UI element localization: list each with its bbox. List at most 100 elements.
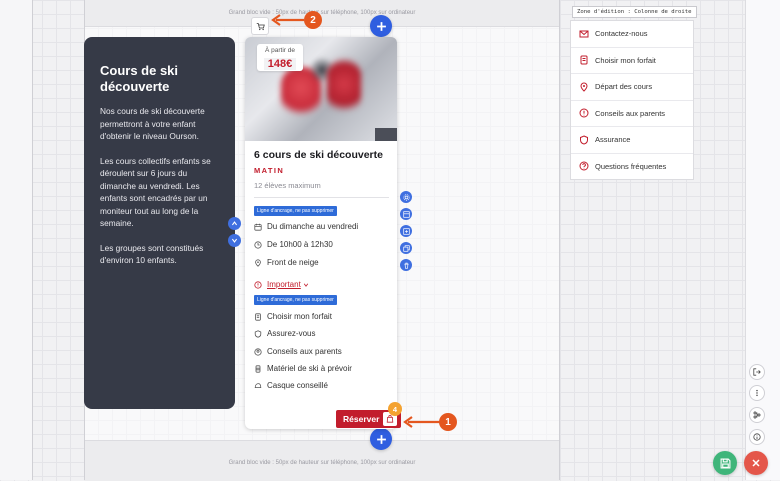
- ticket-icon: [580, 55, 588, 65]
- chevron-down-icon: [303, 283, 308, 287]
- offer-card[interactable]: À partir de 148€ 6 cours de ski découver…: [245, 37, 397, 429]
- extra-item[interactable]: Assurez-vous: [254, 329, 315, 338]
- extra-item-label: Matériel de ski à prévoir: [267, 364, 352, 373]
- exit-button[interactable]: [749, 364, 765, 380]
- gear-icon: [402, 193, 410, 201]
- calendar-icon: [254, 223, 262, 231]
- close-icon: [752, 459, 760, 467]
- schedule-time: De 10h00 à 12h30: [254, 240, 333, 249]
- ticket-icon: [255, 312, 261, 321]
- chevron-up-icon: [231, 221, 238, 226]
- left-canvas-rail: [0, 0, 33, 480]
- layout-button[interactable]: [400, 208, 412, 220]
- plus-square-icon: [402, 227, 410, 235]
- add-block-bottom-button[interactable]: [370, 428, 392, 450]
- question-circle-icon: [579, 161, 589, 171]
- photo-skier-shape: [327, 59, 361, 115]
- price-value: 148€: [263, 58, 297, 70]
- menu-item-label: Conseils aux parents: [595, 108, 666, 118]
- add-block-top-button[interactable]: [370, 15, 392, 37]
- more-options-button[interactable]: [749, 385, 765, 401]
- settings-button[interactable]: [400, 191, 412, 203]
- clock-icon: [254, 240, 262, 249]
- anchor-line-label: Ligne d'ancrage, ne pas supprimer: [254, 295, 337, 305]
- right-toolbar: [745, 0, 780, 480]
- location-pin-icon: [580, 82, 588, 92]
- duplicate-button[interactable]: [400, 242, 412, 254]
- intro-paragraph-2: Les cours collectifs enfants se déroulen…: [100, 155, 211, 229]
- close-button[interactable]: [744, 451, 768, 475]
- structure-button[interactable]: [749, 407, 765, 423]
- empty-block-top-note: Grand bloc vide : 50px de hauteur sur té…: [228, 10, 416, 16]
- menu-item-label: Départ des cours: [595, 82, 653, 92]
- add-element-button[interactable]: [400, 225, 412, 237]
- chevron-down-icon: [231, 238, 238, 243]
- user-circle-icon: [254, 347, 262, 356]
- menu-item-contact[interactable]: Contactez-nous: [571, 21, 693, 48]
- callout-arrow-2: [271, 14, 304, 26]
- shield-icon: [580, 135, 588, 145]
- extra-item-label: Assurez-vous: [267, 329, 316, 338]
- mail-icon: [579, 30, 589, 38]
- schedule-time-text: De 10h00 à 12h30: [267, 240, 333, 249]
- plus-icon: [376, 434, 386, 444]
- callout-badge-1: 1: [439, 413, 457, 431]
- intro-title: Cours de ski découverte: [100, 63, 179, 94]
- copy-icon: [402, 244, 410, 252]
- shield-icon: [254, 329, 262, 338]
- important-toggle[interactable]: Important: [254, 280, 314, 289]
- menu-item-label: Questions fréquentes: [595, 161, 667, 171]
- more-vertical-icon: [756, 389, 758, 397]
- block-tools: [400, 191, 414, 276]
- menu-item-label: Assurance: [595, 135, 631, 145]
- menu-item-conseils[interactable]: Conseils aux parents: [571, 101, 693, 127]
- callout-badge-2: 2: [304, 11, 322, 29]
- menu-item-faq[interactable]: Questions fréquentes: [571, 154, 693, 180]
- reserve-label: Réserver: [343, 414, 380, 424]
- menu-item-assurance[interactable]: Assurance: [571, 127, 693, 154]
- important-label: Important: [267, 280, 301, 289]
- offer-title: 6 cours de ski découverte: [254, 149, 383, 161]
- layout-icon: [402, 210, 410, 218]
- offer-period: MATIN: [254, 166, 285, 175]
- extra-item-label: Casque conseillé: [267, 381, 328, 390]
- info-icon: [753, 433, 761, 441]
- edit-zone-label: Zone d'édition : Colonne de droite: [572, 6, 697, 18]
- extra-item[interactable]: Matériel de ski à prévoir: [254, 364, 352, 373]
- photo-corner-overlay: [375, 128, 397, 141]
- callout-arrow-1: [403, 416, 440, 428]
- extra-item-label: Choisir mon forfait: [267, 312, 332, 321]
- menu-item-depart[interactable]: Départ des cours: [571, 74, 693, 101]
- plus-icon: [376, 21, 386, 31]
- info-button[interactable]: [749, 429, 765, 445]
- save-button[interactable]: [713, 451, 737, 475]
- callout-badge-4: 4: [388, 402, 402, 416]
- empty-block-bottom-note: Grand bloc vide : 50px de hauteur sur té…: [228, 460, 416, 466]
- menu-item-label: Contactez-nous: [595, 29, 648, 39]
- alert-circle-icon: [254, 280, 262, 289]
- move-down-button[interactable]: [228, 234, 241, 247]
- offer-capacity: 12 élèves maximum: [254, 181, 321, 190]
- extra-item[interactable]: Conseils aux parents: [254, 347, 342, 356]
- intro-panel[interactable]: Cours de ski découverte Nos cours de ski…: [84, 37, 235, 409]
- floppy-disk-icon: [720, 458, 730, 468]
- extra-item[interactable]: Choisir mon forfait: [254, 312, 332, 321]
- schedule-location-text: Front de neige: [267, 258, 319, 267]
- hierarchy-icon: [753, 411, 761, 419]
- schedule-days: Du dimanche au vendredi: [254, 222, 358, 231]
- intro-paragraph-1: Nos cours de ski découverte permettront …: [100, 106, 205, 141]
- menu-item-forfait[interactable]: Choisir mon forfait: [571, 48, 693, 74]
- trash-icon: [403, 262, 409, 269]
- logout-icon: [753, 368, 761, 376]
- extra-item[interactable]: Casque conseillé: [254, 381, 328, 390]
- helmet-icon: [254, 382, 262, 388]
- delete-button[interactable]: [400, 259, 412, 271]
- cart-button[interactable]: [251, 17, 269, 35]
- column-guide-right: [559, 0, 560, 480]
- price-badge: À partir de 148€: [257, 44, 303, 71]
- ski-gear-icon: [255, 364, 261, 373]
- schedule-location: Front de neige: [254, 258, 319, 267]
- right-column-menu: Contactez-nous Choisir mon forfait Dépar…: [570, 20, 694, 180]
- move-up-button[interactable]: [228, 217, 241, 230]
- location-pin-icon: [255, 258, 261, 267]
